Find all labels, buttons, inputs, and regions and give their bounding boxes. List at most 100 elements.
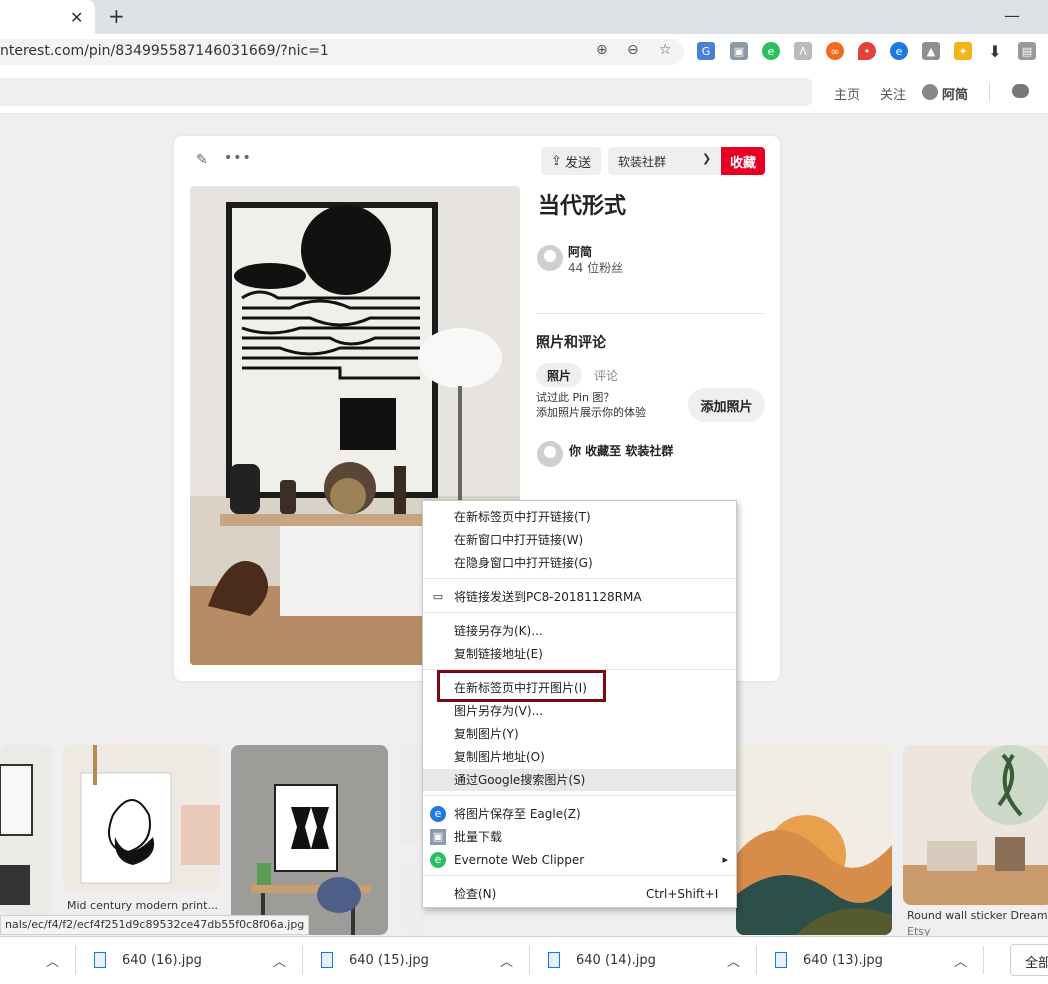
download-filename: 640 (14).jpg [576,952,656,968]
minimize-button[interactable]: — [1004,6,1020,25]
menu-save-image-as[interactable]: 图片另存为(V)... [423,700,736,722]
menu-send-link-label: 将链接发送到PC8-20181128RMA [454,590,642,604]
search-input[interactable] [0,78,812,106]
laptop-icon: ▭ [432,590,444,603]
related-pin-caption[interactable]: Round wall sticker Dreamy... [907,909,1048,922]
nav-following[interactable]: 关注 [880,84,906,103]
extension-infinity-icon[interactable]: ∞ [826,42,844,60]
add-photo-button[interactable]: 添加照片 [688,388,765,422]
menu-copy-image-address[interactable]: 复制图片地址(O) [423,746,736,768]
menu-batch-download[interactable]: ▣ 批量下载 [423,826,736,848]
menu-inspect-label: 检查(N) [454,887,497,901]
chevron-up-icon[interactable]: ︿ [727,951,740,970]
add-photo-prompt: 添加照片展示你的体验 [536,406,646,419]
submenu-arrow-icon: ▸ [722,853,728,866]
related-pin-image [903,745,1048,905]
tab-close-icon[interactable]: ✕ [70,8,83,27]
zoom-in-icon[interactable]: ⊕ [596,42,608,58]
menu-open-link-new-window[interactable]: 在新窗口中打开链接(W) [423,529,736,551]
author-name[interactable]: 阿简 [568,243,592,260]
pin-title: 当代形式 [538,194,627,219]
address-url[interactable]: nterest.com/pin/834995587146031669/?nic=… [0,43,329,59]
related-pin[interactable] [0,745,52,915]
download-item[interactable]: 640 (13).jpg [775,936,883,984]
eagle-icon: e [430,806,446,822]
saver-avatar[interactable] [537,441,563,467]
chevron-up-icon[interactable]: ︿ [954,951,967,970]
download-filename: 640 (13).jpg [803,952,883,968]
map-pin-extension-icon[interactable]: • [858,42,876,60]
image-extension-icon[interactable]: ▣ [730,42,748,60]
menu-copy-image[interactable]: 复制图片(Y) [423,723,736,745]
bookmark-star-icon[interactable]: ☆ [659,42,672,58]
menu-evernote-label: Evernote Web Clipper [454,853,585,867]
image-download-icon: ▣ [430,829,446,845]
download-filename: 640 (16).jpg [122,952,202,968]
related-pin[interactable] [63,745,220,891]
save-button[interactable]: 收藏 [721,147,765,175]
send-label: 发送 [564,155,591,171]
more-options-icon[interactable]: ••• [224,150,252,166]
menu-search-google-image[interactable]: 通过Google搜索图片(S) [423,769,736,791]
download-separator [302,946,303,974]
new-tab-button[interactable]: + [108,4,125,28]
menu-separator [423,612,736,613]
user-avatar-icon[interactable] [922,84,938,100]
menu-open-link-new-tab[interactable]: 在新标签页中打开链接(T) [423,506,736,528]
drive-extension-icon[interactable]: ▲ [922,42,940,60]
evernote-extension-icon[interactable]: e [762,42,780,60]
messages-icon[interactable] [1012,84,1029,98]
related-pin-caption[interactable]: Mid century modern print... [67,899,218,912]
zoom-out-icon[interactable]: ⊖ [627,42,639,58]
menu-separator [423,795,736,796]
tab-photos[interactable]: 照片 [536,363,582,387]
edit-pencil-icon[interactable]: ✎ [196,152,208,168]
chevron-up-icon[interactable]: ︿ [46,951,59,970]
show-all-downloads-button[interactable]: 全部 [1010,944,1048,976]
download-separator [75,946,76,974]
author-avatar[interactable] [537,245,563,271]
extension-a-icon[interactable]: Λ [794,42,812,60]
file-image-icon [321,952,333,968]
author-followers: 44 位粉丝 [568,261,624,275]
send-button[interactable]: ⇪ 发送 [541,147,601,175]
menu-separator [423,578,736,579]
download-item[interactable]: 640 (16).jpg [94,936,202,984]
file-image-icon [775,952,787,968]
translate-extension-icon[interactable]: G [697,42,715,60]
related-pin-image [736,745,892,935]
download-filename: 640 (15).jpg [349,952,429,968]
extension-animal-icon[interactable]: ✦ [954,42,972,60]
related-pin-image [0,745,52,915]
related-pin-image [231,745,388,935]
chevron-up-icon[interactable]: ︿ [273,951,286,970]
download-item[interactable]: 640 (14).jpg [548,936,656,984]
download-item[interactable]: 640 (15).jpg [321,936,429,984]
photos-heading: 照片和评论 [536,335,606,351]
chevron-down-icon: ❯ [702,152,712,165]
related-pin[interactable] [903,745,1048,905]
menu-open-link-incognito[interactable]: 在隐身窗口中打开链接(G) [423,552,736,574]
related-pin[interactable] [231,745,388,935]
download-arrow-icon[interactable]: ⬇ [986,42,1004,61]
status-bar-url: nals/ec/f4/f2/ecf4f251d9c89532ce47db55f0… [0,915,310,935]
menu-copy-link-address[interactable]: 复制链接地址(E) [423,643,736,665]
eagle-extension-icon[interactable]: e [890,42,908,60]
menu-separator [423,875,736,876]
nav-home[interactable]: 主页 [834,84,860,103]
menu-save-link-as[interactable]: 链接另存为(K)... [423,620,736,642]
menu-save-to-eagle[interactable]: e 将图片保存至 Eagle(Z) [423,803,736,825]
file-image-icon [94,952,106,968]
nav-user[interactable]: 阿简 [942,84,968,103]
evernote-icon: e [430,852,446,868]
related-pin[interactable] [736,745,892,935]
tab-comments[interactable]: 评论 [594,367,618,384]
menu-send-link-to-device[interactable]: ▭ 将链接发送到PC8-20181128RMA [423,586,736,608]
download-separator [983,946,984,974]
menu-inspect[interactable]: 检查(N) Ctrl+Shift+I [423,883,736,905]
extensions-puzzle-icon[interactable]: ▤ [1018,42,1036,60]
menu-evernote-clipper[interactable]: e Evernote Web Clipper ▸ [423,849,736,871]
highlight-annotation-box [437,670,606,702]
chevron-up-icon[interactable]: ︿ [500,951,513,970]
download-separator [756,946,757,974]
